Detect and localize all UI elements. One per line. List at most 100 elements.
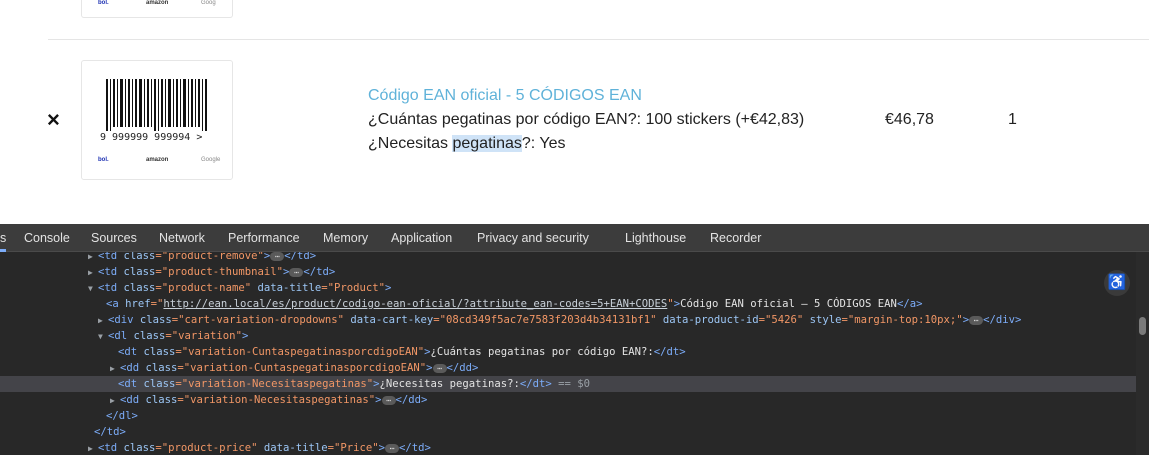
bol-logo: bol. xyxy=(98,157,109,163)
dom-node-product-thumbnail[interactable]: ▶ <td class="product-thumbnail"> ⋯ </td> xyxy=(0,264,1136,280)
google-logo: Goog xyxy=(201,0,216,6)
node-text: ¿Necesitas pegatinas?: xyxy=(379,378,520,390)
attr-value: ="margin-top:10px;" xyxy=(841,314,963,326)
highlighted-text: pegatinas xyxy=(452,135,522,152)
dom-node-dl[interactable]: ▼ <dl class="variation"> xyxy=(0,328,1136,344)
ellipsis-badge[interactable]: ⋯ xyxy=(969,315,984,325)
tab-console[interactable]: Console xyxy=(24,224,70,252)
ellipsis-badge[interactable]: ⋯ xyxy=(385,443,400,453)
dom-node-anchor[interactable]: <a href="http://ean.local/es/product/cod… xyxy=(0,296,1136,312)
attr-value: ="variation-Necesitaspegatinas" xyxy=(175,378,374,390)
dom-node-variation-dropdowns[interactable]: ▶ <div class="cart-variation-dropdowns" d… xyxy=(0,312,1136,328)
collapse-triangle-icon[interactable]: ▼ xyxy=(98,329,108,345)
tag-open: <td xyxy=(98,252,124,262)
attr-name: class xyxy=(143,346,176,358)
expand-triangle-icon[interactable]: ▶ xyxy=(98,313,108,329)
attr-name: class xyxy=(123,282,156,294)
devtools-tab-bar: s Console Sources Network Performance Me… xyxy=(0,224,1149,252)
tag-open: <dd xyxy=(120,362,146,374)
tag-close-bracket: > xyxy=(241,330,249,342)
tag-open: <td xyxy=(98,282,124,294)
cart-page: bol. amazon Goog × 9 999999 999994 > bol… xyxy=(0,0,1149,224)
attr-name: data-title xyxy=(263,442,328,454)
expand-triangle-icon[interactable]: ▶ xyxy=(88,265,98,281)
attr-value: =" xyxy=(150,298,164,310)
attr-name: style xyxy=(809,314,842,326)
node-text: ¿Cuántas pegatinas por código EAN?: xyxy=(430,346,654,358)
node-text: Código EAN oficial – 5 CÓDIGOS EAN xyxy=(680,298,897,310)
attr-name: data-product-id xyxy=(662,314,759,326)
tag-open: <dt xyxy=(118,346,144,358)
variation-stickers-per-code: ¿Cuántas pegatinas por código EAN?: 100 … xyxy=(368,111,805,128)
dom-node-dd-stickers[interactable]: ▶ <dd class="variation-Cuntaspegatinaspor… xyxy=(0,360,1136,376)
attr-value: ="variation-CuntaspegatinasporcdigoEAN" xyxy=(177,362,427,374)
tab-privacy-and-security[interactable]: Privacy and security xyxy=(477,224,589,252)
variation-need-stickers: ¿Necesitas pegatinas?: Yes xyxy=(368,135,565,153)
dom-node-dl-close[interactable]: </dl> xyxy=(0,408,1136,424)
product-name-link[interactable]: Código EAN oficial - 5 CÓDIGOS EAN xyxy=(368,87,642,105)
expand-triangle-icon[interactable]: ▶ xyxy=(88,441,98,455)
attr-value: ="5426" xyxy=(758,314,810,326)
attr-name: class xyxy=(123,442,156,454)
attr-name: class xyxy=(133,330,166,342)
google-logo: Google xyxy=(201,157,221,163)
previous-product-thumbnail[interactable]: bol. amazon Goog xyxy=(81,0,233,18)
tag-open: <div xyxy=(108,314,140,326)
attr-value: ="Product" xyxy=(321,282,386,294)
tag-close-bracket: > xyxy=(375,394,382,406)
devtools-panel: s Console Sources Network Performance Me… xyxy=(0,224,1149,455)
attr-value: ="08cd349f5ac7e7583f203d4b34131bf1" xyxy=(433,314,663,326)
ellipsis-badge[interactable]: ⋯ xyxy=(432,363,447,373)
attr-value: ="cart-variation-dropdowns" xyxy=(171,314,351,326)
tab-sources[interactable]: Sources xyxy=(91,224,137,252)
dom-node-dt-need-stickers-selected[interactable]: <dt class="variation-Necesitaspegatinas"… xyxy=(0,376,1136,392)
attr-value: ="product-remove" xyxy=(155,252,264,262)
scrollbar-track[interactable] xyxy=(1136,252,1149,455)
close-icon: × xyxy=(47,107,60,132)
remove-item-button[interactable]: × xyxy=(47,108,65,132)
expand-triangle-icon[interactable]: ▶ xyxy=(110,393,120,409)
ellipsis-badge[interactable]: ⋯ xyxy=(289,267,304,277)
tab-elements[interactable]: s xyxy=(0,224,6,252)
tag-end: </td> xyxy=(94,426,126,438)
scrollbar-thumb[interactable] xyxy=(1139,317,1146,335)
attr-name: href xyxy=(125,298,151,310)
dom-node-dt-stickers[interactable]: <dt class="variation-Cuntaspegatinasporc… xyxy=(0,344,1136,360)
attr-name: data-cart-key xyxy=(350,314,434,326)
product-thumbnail[interactable]: 9 999999 999994 > bol. amazon Google xyxy=(81,60,233,180)
tab-application[interactable]: Application xyxy=(391,224,452,252)
bol-logo: bol. xyxy=(98,0,109,6)
dom-node-td-close[interactable]: </td> xyxy=(0,424,1136,440)
tag-end: </dd> xyxy=(446,362,479,374)
dom-tree[interactable]: ▶ <td class="product-remove"> ⋯ </td> ▶ <td … xyxy=(0,252,1136,455)
ellipsis-badge[interactable]: ⋯ xyxy=(381,395,396,405)
tab-network[interactable]: Network xyxy=(159,224,205,252)
tag-end: </dt> xyxy=(519,378,552,390)
tab-recorder[interactable]: Recorder xyxy=(710,224,761,252)
product-price: €46,78 xyxy=(885,111,934,128)
ellipsis-badge[interactable]: ⋯ xyxy=(270,252,285,261)
tag-close-bracket: > xyxy=(426,362,433,374)
variation-need-stickers-label-start: ¿Necesitas xyxy=(368,135,453,152)
row-divider xyxy=(48,39,1149,40)
dom-node-product-price[interactable]: ▶ <td class="product-price" data-title="P… xyxy=(0,440,1136,455)
tab-lighthouse[interactable]: Lighthouse xyxy=(625,224,686,252)
tag-end: </a> xyxy=(896,298,923,310)
attr-value: ="product-name" xyxy=(155,282,258,294)
tab-performance[interactable]: Performance xyxy=(228,224,300,252)
dom-node-product-remove[interactable]: ▶ <td class="product-remove"> ⋯ </td> xyxy=(0,252,1136,264)
tab-memory[interactable]: Memory xyxy=(323,224,368,252)
tag-end: </dt> xyxy=(653,346,686,358)
collapse-triangle-icon[interactable]: ▼ xyxy=(88,281,98,297)
dom-node-product-name[interactable]: ▼ <td class="product-name" data-title="Pr… xyxy=(0,280,1136,296)
dom-node-dd-need-stickers[interactable]: ▶ <dd class="variation-Necesitaspegatinas… xyxy=(0,392,1136,408)
tag-open: <a xyxy=(106,298,126,310)
product-quantity[interactable]: 1 xyxy=(1008,111,1017,129)
amazon-logo: amazon xyxy=(146,157,169,163)
href-link[interactable]: http://ean.local/es/product/codigo-ean-o… xyxy=(163,298,667,310)
attr-name: class xyxy=(145,394,178,406)
tag-end: </dl> xyxy=(106,410,138,422)
expand-triangle-icon[interactable]: ▶ xyxy=(110,361,120,377)
attr-value: ="variation" xyxy=(165,330,242,342)
accessibility-tree-toggle[interactable]: ♿ xyxy=(1104,270,1130,296)
